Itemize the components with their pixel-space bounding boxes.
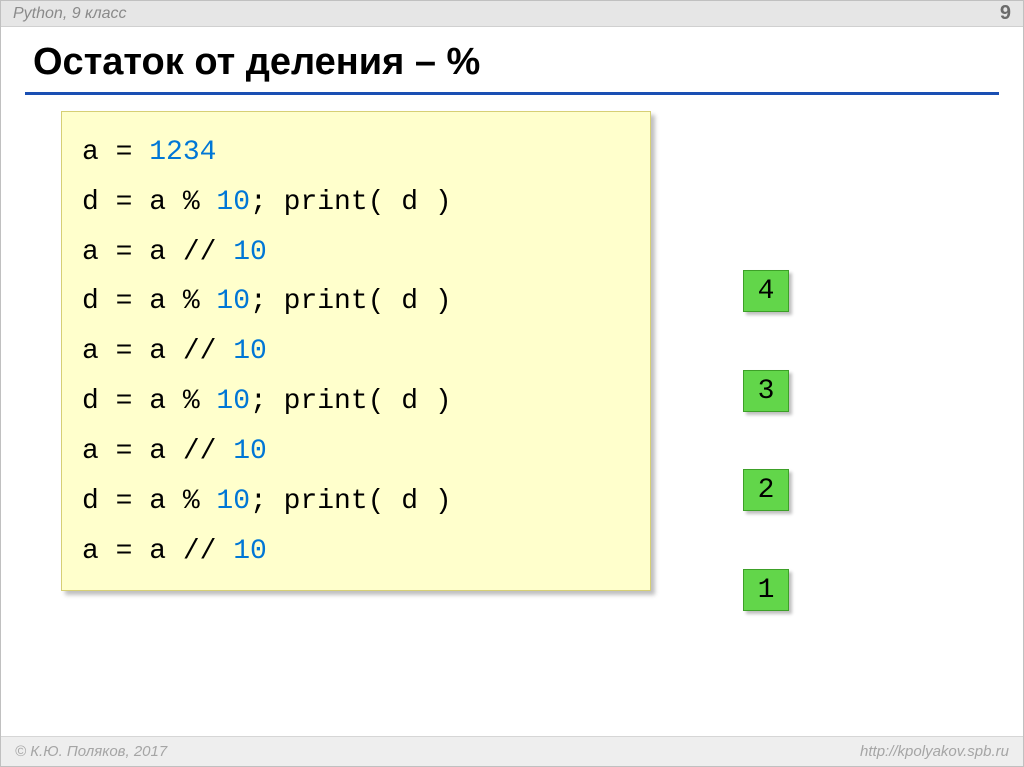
code-block: a = 1234d = a % 10; print( d ) a = a // … [61, 111, 651, 591]
title-rule [25, 92, 999, 95]
token-number: 1234 [149, 137, 216, 168]
code-line: a = a // 10 [82, 427, 630, 477]
token-number: 10 [216, 187, 250, 218]
token-text: a = a // [82, 436, 233, 467]
token-number: 10 [216, 386, 250, 417]
page-number: 9 [1000, 2, 1011, 25]
token-number: 10 [233, 536, 283, 567]
token-text: a = a // [82, 536, 233, 567]
token-text: d = a % [82, 187, 216, 218]
code-line: d = a % 10; print( d ) [82, 277, 630, 327]
code-line: d = a % 10; print( d ) [82, 477, 630, 527]
header-bar: Python, 9 класс 9 [1, 1, 1023, 27]
token-text: d = a % [82, 286, 216, 317]
course-label: Python, 9 класс [13, 5, 127, 23]
code-line: a = a // 10 [82, 327, 630, 377]
token-text: d = a % [82, 386, 216, 417]
token-text: a = a // [82, 336, 233, 367]
token-number: 10 [233, 336, 267, 367]
code-line: a = a // 10 [82, 228, 630, 278]
slide-title: Остаток от деления – % [1, 27, 1023, 92]
code-line: d = a % 10; print( d ) [82, 178, 630, 228]
token-number: 10 [233, 237, 267, 268]
token-text: ; print( d ) [250, 187, 468, 218]
token-text: d = a % [82, 486, 216, 517]
output-badge: 1 [743, 569, 789, 611]
token-text: a = a // [82, 237, 233, 268]
token-number: 10 [216, 486, 250, 517]
token-text: ; print( d ) [250, 386, 468, 417]
output-badge: 2 [743, 469, 789, 511]
token-number: 10 [233, 436, 267, 467]
token-text: ; print( d ) [250, 486, 468, 517]
code-line: d = a % 10; print( d ) [82, 377, 630, 427]
copyright: © К.Ю. Поляков, 2017 [15, 743, 167, 760]
footer-bar: © К.Ю. Поляков, 2017 http://kpolyakov.sp… [1, 736, 1023, 766]
code-line: a = 1234 [82, 128, 630, 178]
token-text: ; print( d ) [250, 286, 468, 317]
token-number: 10 [216, 286, 250, 317]
code-line: a = a // 10 [82, 527, 630, 577]
source-link[interactable]: http://kpolyakov.spb.ru [860, 743, 1009, 760]
output-badge: 3 [743, 370, 789, 412]
content-area: a = 1234d = a % 10; print( d ) a = a // … [1, 111, 1023, 591]
slide: Python, 9 класс 9 Остаток от деления – %… [0, 0, 1024, 767]
token-text: a = [82, 137, 149, 168]
output-badge: 4 [743, 270, 789, 312]
